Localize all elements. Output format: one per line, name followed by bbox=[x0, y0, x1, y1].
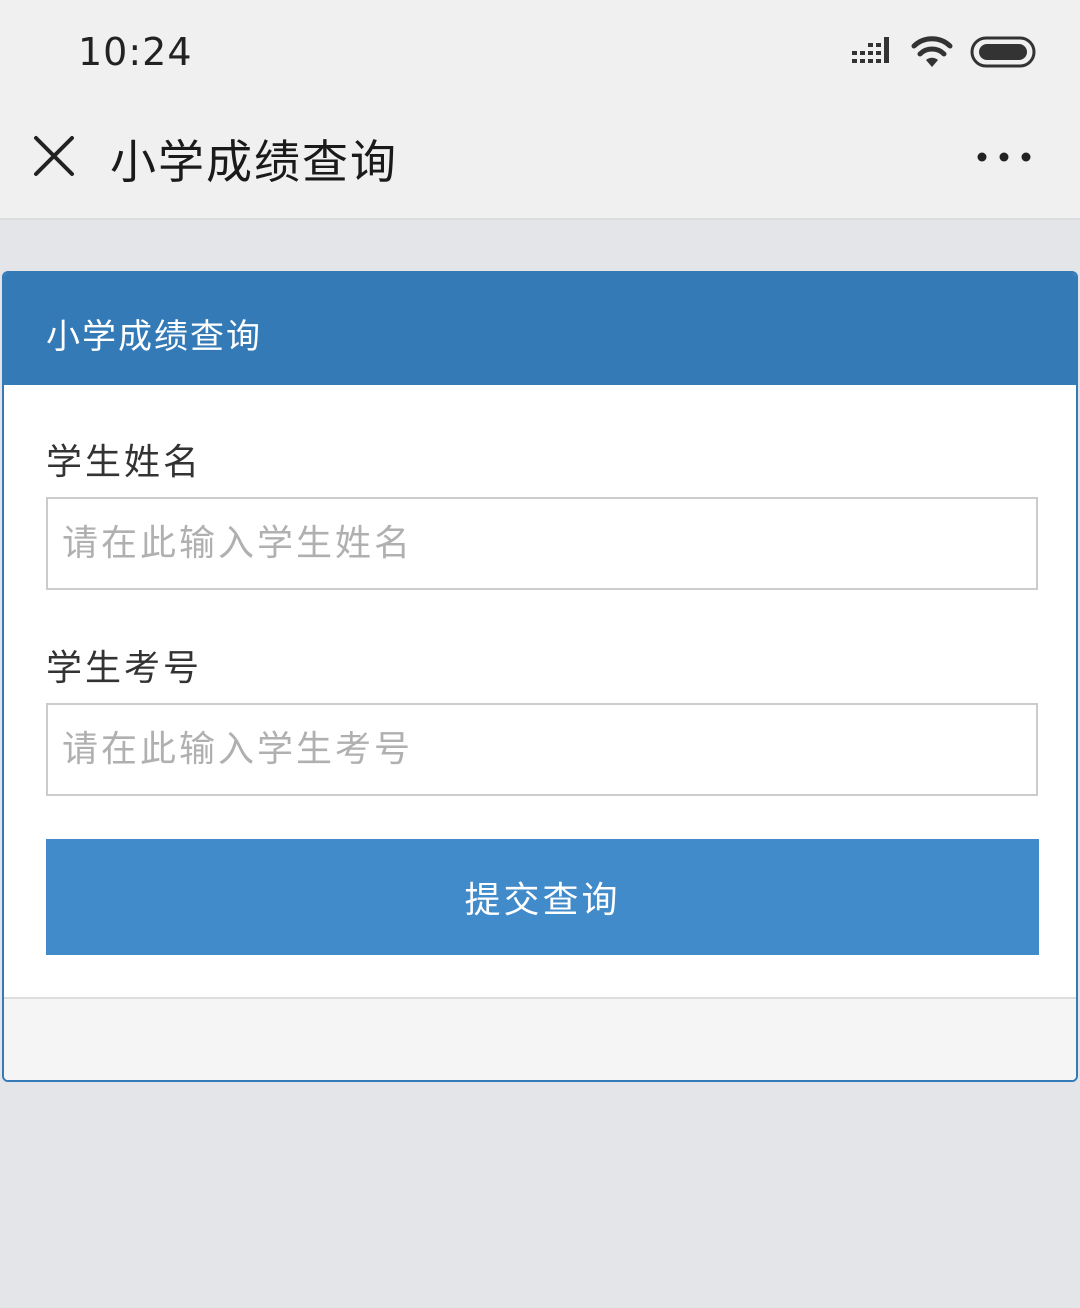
student-exam-number-input[interactable] bbox=[46, 703, 1038, 796]
submit-query-button[interactable]: 提交查询 bbox=[46, 839, 1039, 955]
panel-heading: 小学成绩查询 bbox=[4, 273, 1076, 385]
student-name-label: 学生姓名 bbox=[46, 442, 203, 483]
close-icon[interactable] bbox=[30, 132, 78, 180]
status-bar: 10:24 bbox=[0, 0, 1080, 100]
student-name-input[interactable] bbox=[46, 497, 1038, 590]
student-exam-number-label: 学生考号 bbox=[46, 648, 203, 689]
panel-footer bbox=[4, 997, 1076, 1080]
panel-body: 学生姓名 学生考号 提交查询 bbox=[4, 385, 1076, 997]
status-time: 10:24 bbox=[78, 30, 193, 74]
more-icon[interactable] bbox=[976, 142, 1032, 172]
signal-icon bbox=[852, 37, 889, 63]
status-icons bbox=[852, 30, 1040, 74]
query-panel: 小学成绩查询 学生姓名 学生考号 提交查询 bbox=[2, 271, 1078, 1082]
page-title: 小学成绩查询 bbox=[110, 135, 398, 189]
wifi-icon bbox=[911, 36, 953, 67]
battery-icon bbox=[970, 36, 1036, 68]
nav-bar: 小学成绩查询 bbox=[0, 100, 1080, 220]
